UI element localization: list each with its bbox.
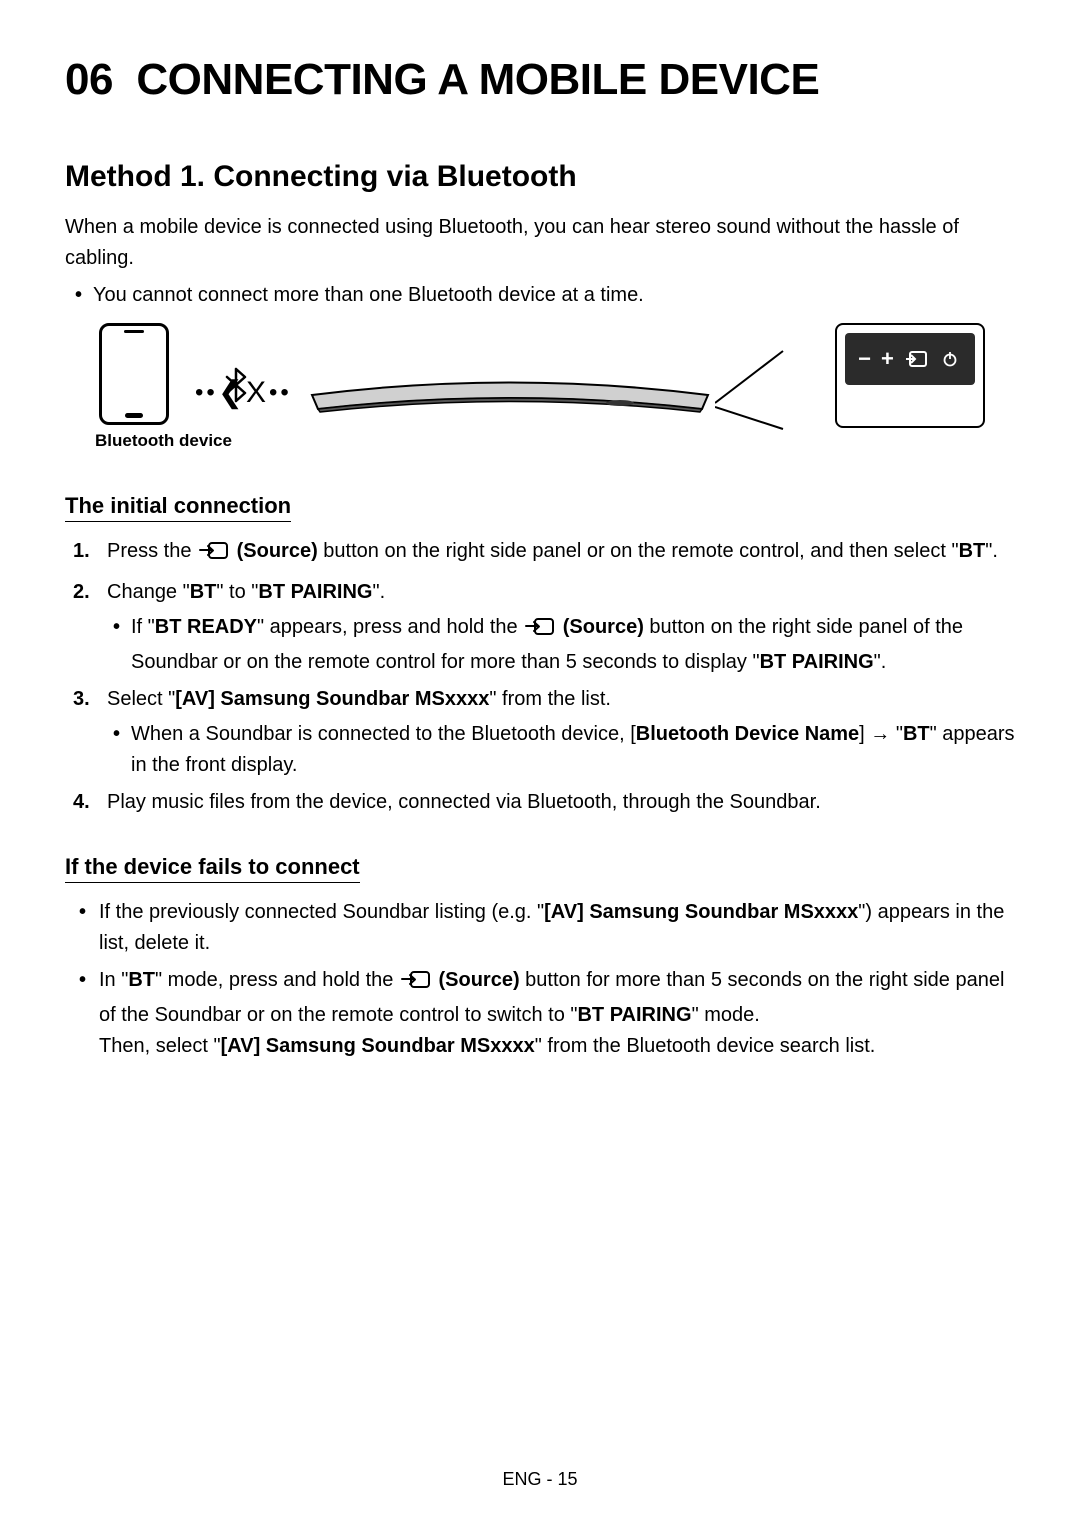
source-icon (525, 616, 555, 647)
source-icon (199, 540, 229, 571)
step-2-sub: If "BT READY" appears, press and hold th… (131, 612, 1015, 678)
mobile-device-icon (99, 323, 169, 425)
plus-icon: + (881, 346, 894, 372)
step-4: Play music files from the device, connec… (95, 787, 1015, 818)
fail-bullet-1: If the previously connected Soundbar lis… (93, 897, 1015, 959)
chapter-number: 06 (65, 55, 113, 104)
source-icon (401, 969, 431, 1000)
page-footer: ENG - 15 (0, 1469, 1080, 1490)
step-3-sub: When a Soundbar is connected to the Blue… (131, 719, 1015, 781)
sub-heading-initial: The initial connection (65, 493, 291, 522)
step-1: Press the (Source) button on the right s… (95, 536, 1015, 571)
chapter-heading: CONNECTING A MOBILE DEVICE (136, 55, 819, 104)
connector-line (715, 341, 785, 431)
step-3: Select "[AV] Samsung Soundbar MSxxxx" fr… (95, 684, 1015, 781)
section-intro: When a mobile device is connected using … (65, 212, 1015, 274)
fail-bullet-2: In "BT" mode, press and hold the (Source… (93, 965, 1015, 1062)
chapter-title: 06 CONNECTING A MOBILE DEVICE (65, 55, 1015, 105)
power-icon (938, 349, 962, 369)
step-2: Change "BT" to "BT PAIRING". If "BT READ… (95, 577, 1015, 678)
minus-icon: − (858, 346, 871, 372)
sub-heading-fails: If the device fails to connect (65, 854, 360, 883)
soundbar-icon (310, 375, 710, 413)
initial-connection-steps: Press the (Source) button on the right s… (65, 536, 1015, 818)
side-panel-icon: − + (835, 323, 985, 428)
bluetooth-icon (223, 367, 249, 403)
illustration-caption: Bluetooth device (95, 431, 232, 451)
fail-bullets: If the previously connected Soundbar lis… (65, 897, 1015, 1062)
source-icon (904, 349, 928, 369)
connection-illustration: ••❮X•• − + Bluetooth device (95, 323, 1015, 443)
top-bullet: You cannot connect more than one Bluetoo… (93, 280, 1015, 311)
panel-buttons: − + (845, 333, 975, 385)
section-title: Method 1. Connecting via Bluetooth (65, 160, 1015, 194)
